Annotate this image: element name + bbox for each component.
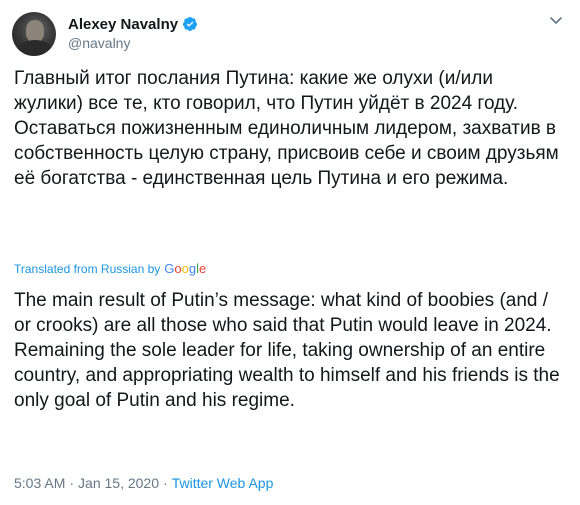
avatar[interactable]	[12, 12, 56, 56]
meta-separator: ·	[69, 475, 75, 491]
tweet-source-link[interactable]: Twitter Web App	[172, 475, 274, 491]
verified-badge-icon	[183, 17, 198, 31]
author-names: Alexey Navalny @navalny	[68, 14, 198, 51]
tweet-date[interactable]: Jan 15, 2020	[78, 475, 159, 491]
avatar-shoulders	[17, 40, 53, 56]
tweet-header: Alexey Navalny @navalny	[12, 12, 566, 56]
tweet-translated-text: The main result of Putin’s message: what…	[14, 290, 560, 411]
display-name[interactable]: Alexey Navalny	[68, 16, 178, 33]
tweet-time[interactable]: 5:03 AM	[14, 475, 65, 491]
handle[interactable]: @navalny	[68, 35, 198, 51]
tweet-original-text: Главный итог послания Путина: какие же о…	[14, 68, 559, 189]
google-logo: Google	[164, 261, 207, 276]
translation-attribution[interactable]: Translated from Russian by Google	[14, 261, 206, 276]
translation-label[interactable]: Translated from Russian by	[14, 262, 160, 276]
tweet-card: Alexey Navalny @navalny Главный итог пос…	[0, 0, 580, 505]
meta-separator: ·	[163, 475, 168, 491]
display-name-row: Alexey Navalny	[68, 14, 198, 34]
chevron-down-icon[interactable]	[548, 12, 564, 28]
tweet-meta: 5:03 AM · Jan 15, 2020 · Twitter Web App	[14, 475, 273, 491]
avatar-face	[26, 20, 44, 42]
